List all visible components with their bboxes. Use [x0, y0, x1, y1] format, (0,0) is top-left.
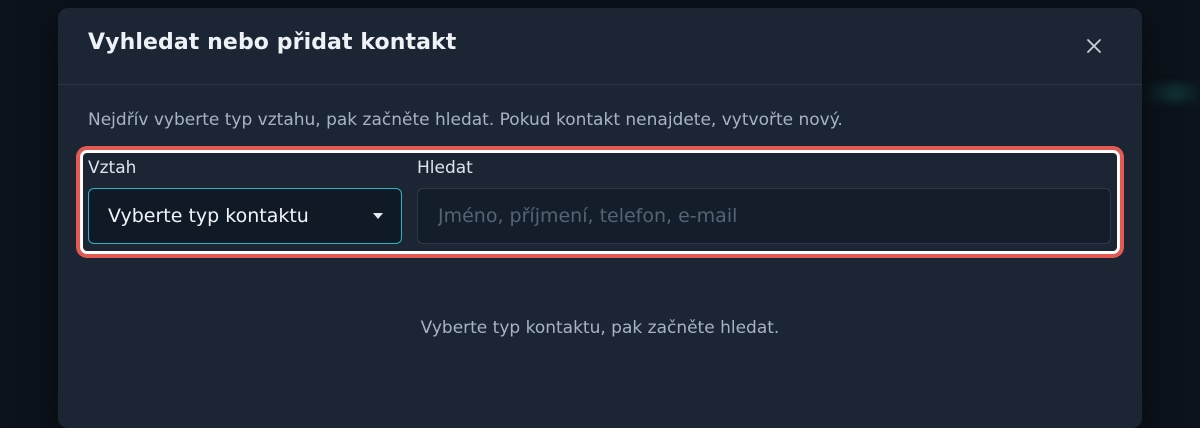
relation-label: Vztah	[88, 158, 137, 178]
relation-select-value: Vyberte typ kontaktu	[108, 205, 309, 227]
dialog-title: Vyhledat nebo přidat kontakt	[88, 30, 457, 55]
empty-state-message: Vyberte typ kontaktu, pak začněte hledat…	[420, 318, 780, 338]
contact-dialog: Vyhledat nebo přidat kontakt Nejdřív vyb…	[58, 8, 1142, 428]
search-input[interactable]	[417, 188, 1111, 244]
search-label: Hledat	[417, 158, 473, 178]
backdrop-glow	[1140, 84, 1200, 102]
intro-text: Nejdřív vyberte typ vztahu, pak začněte …	[88, 110, 843, 130]
relation-select[interactable]: Vyberte typ kontaktu	[88, 188, 402, 244]
dialog-header: Vyhledat nebo přidat kontakt	[58, 8, 1142, 85]
close-button[interactable]	[1080, 32, 1108, 60]
close-icon	[1087, 39, 1101, 53]
caret-down-icon	[373, 213, 383, 219]
